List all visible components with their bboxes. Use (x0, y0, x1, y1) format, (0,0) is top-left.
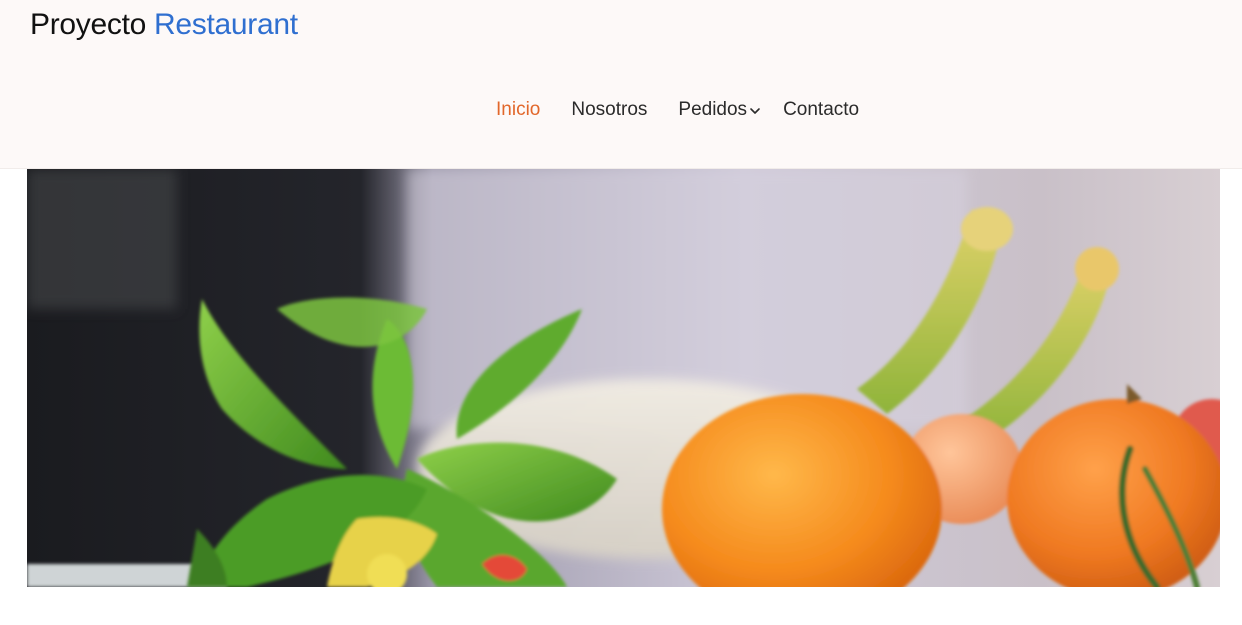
nav-item-nosotros[interactable]: Nosotros (571, 96, 647, 124)
nav-item-label: Nosotros (571, 99, 648, 120)
site-header: Proyecto Restaurant Inicio Nosotros Pedi… (0, 0, 1242, 169)
chevron-down-icon (750, 108, 760, 114)
main-nav: Inicio Nosotros Pedidos Contacto (496, 96, 859, 124)
nav-item-label: Inicio (496, 99, 541, 120)
nav-item-pedidos[interactable]: Pedidos (678, 96, 761, 124)
nav-item-label: Pedidos (678, 99, 748, 120)
site-logo[interactable]: Proyecto Restaurant (30, 6, 298, 44)
nav-item-label: Contacto (783, 99, 860, 120)
brand-name-accent: Restaurant (154, 8, 298, 41)
nav-item-contacto[interactable]: Contacto (783, 96, 859, 124)
vegetables-photo (27, 169, 1220, 587)
nav-item-inicio[interactable]: Inicio (496, 96, 540, 124)
hero-image (27, 169, 1220, 587)
brand-name-primary: Proyecto (30, 8, 146, 41)
